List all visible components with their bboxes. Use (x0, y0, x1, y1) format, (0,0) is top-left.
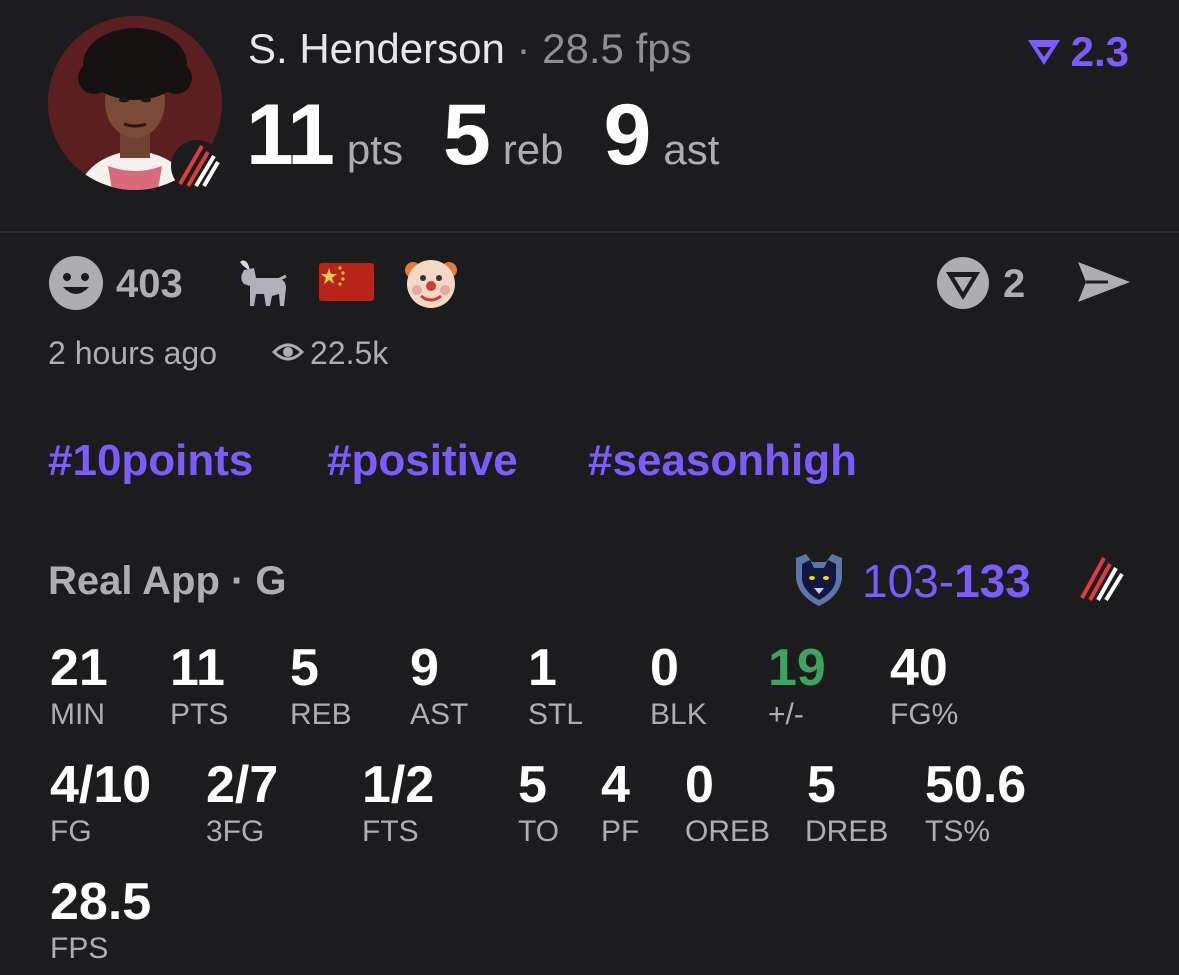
statline-reb-unit: reb (502, 126, 564, 173)
player-fps: 28.5 fps (542, 25, 692, 72)
clown-icon[interactable] (403, 254, 459, 310)
stat-reb: 5 REB (290, 640, 352, 732)
stat-value: 11 (170, 639, 225, 697)
away-score: 103 (862, 555, 939, 607)
stat-label: TO (518, 815, 560, 848)
stat-label: FPS (50, 932, 109, 965)
stat-value: 19 (768, 639, 826, 697)
stat-label: STL (528, 698, 584, 731)
stat-value: 40 (890, 639, 948, 697)
score-badge-value: 2.3 (1070, 28, 1129, 75)
stat-value: 0 (650, 639, 679, 697)
reaction-count: 403 (116, 262, 183, 306)
vote-count: 2 (1003, 262, 1026, 306)
stat-fps: 28.5 FPS (50, 874, 151, 966)
view-count: 22.5k (310, 335, 389, 371)
eye-icon (271, 340, 305, 364)
stat-value: 4/10 (50, 756, 152, 814)
smiley-icon[interactable] (48, 255, 104, 311)
stat-value: 5 (290, 639, 319, 697)
stat-label: PF (601, 815, 640, 848)
stat-label: MIN (50, 698, 105, 731)
statline-pts-unit: pts (346, 126, 403, 173)
stat-value: 50.6 (925, 756, 1027, 814)
hashtag-seasonhigh[interactable]: #seasonhigh (588, 434, 857, 488)
stat-label: AST (410, 698, 469, 731)
stat-fts: 1/2 FTS (362, 757, 434, 849)
stat-stl: 1 STL (528, 640, 583, 732)
china-flag-icon[interactable] (319, 263, 374, 301)
game-label: Real App · G (48, 559, 287, 603)
score-badge[interactable]: 2.3 (1025, 28, 1129, 76)
stat-label: FTS (362, 815, 419, 848)
stat-label: FG (50, 815, 92, 848)
stat-label: OREB (685, 815, 771, 848)
hashtag-positive[interactable]: #positive (327, 434, 518, 488)
stat-to: 5 TO (518, 757, 559, 849)
send-icon[interactable] (1076, 258, 1132, 306)
stat-ast: 9 AST (410, 640, 468, 732)
stat-label: FG% (890, 698, 959, 731)
stat-dreb: 5 DREB (805, 757, 888, 849)
grizzlies-logo (790, 550, 848, 608)
score-dash: - (938, 555, 955, 607)
player-name[interactable]: S. Henderson (248, 25, 505, 72)
separator: · (516, 25, 531, 72)
stat-label: PTS (170, 698, 229, 731)
stat-value: 21 (50, 639, 108, 697)
statline-ast-value: 9 (603, 87, 652, 183)
home-score: 133 (954, 555, 1031, 607)
stat-label: DREB (805, 815, 889, 848)
stat-label: +/- (768, 698, 804, 731)
divider (0, 231, 1179, 233)
stat-label: 3FG (206, 815, 265, 848)
stat-value: 0 (685, 756, 714, 814)
stat-value: 5 (807, 756, 836, 814)
statline-ast-unit: ast (663, 126, 720, 173)
statline-pts-value: 11 (246, 87, 335, 183)
stat-label: BLK (650, 698, 707, 731)
stat-value: 2/7 (206, 756, 279, 814)
stat-fg: 4/10 FG (50, 757, 151, 849)
vote-icon[interactable] (936, 256, 990, 310)
stat-ts-pct: 50.6 TS% (925, 757, 1026, 849)
stat-value: 9 (410, 639, 439, 697)
hashtag-10points[interactable]: #10points (48, 434, 253, 488)
game-score[interactable]: 103-133 (862, 554, 1031, 608)
goat-icon[interactable] (234, 256, 290, 310)
stat-value: 5 (518, 756, 547, 814)
stat-plus-minus: 19 +/- (768, 640, 826, 732)
stat-pf: 4 PF (601, 757, 639, 849)
stat-oreb: 0 OREB (685, 757, 770, 849)
stat-min: 21 MIN (50, 640, 108, 732)
stat-value: 4 (601, 756, 630, 814)
post-time: 2 hours ago (48, 335, 218, 371)
stat-value: 1/2 (362, 756, 435, 814)
stat-fg-pct: 40 FG% (890, 640, 958, 732)
player-statline: 11 pts 5 reb 9 ast (246, 86, 719, 185)
stat-label: REB (290, 698, 352, 731)
trail-blazers-logo (170, 138, 224, 194)
statline-reb-value: 5 (442, 87, 491, 183)
stat-pts: 11 PTS (170, 640, 228, 732)
player-name-line: S. Henderson · 28.5 fps (248, 22, 692, 76)
trail-blazers-logo (1076, 550, 1128, 608)
stat-value: 1 (528, 639, 557, 697)
stat-blk: 0 BLK (650, 640, 707, 732)
vote-down-icon (1027, 40, 1060, 65)
stat-3fg: 2/7 3FG (206, 757, 278, 849)
stat-label: TS% (925, 815, 991, 848)
stat-value: 28.5 (50, 873, 152, 931)
